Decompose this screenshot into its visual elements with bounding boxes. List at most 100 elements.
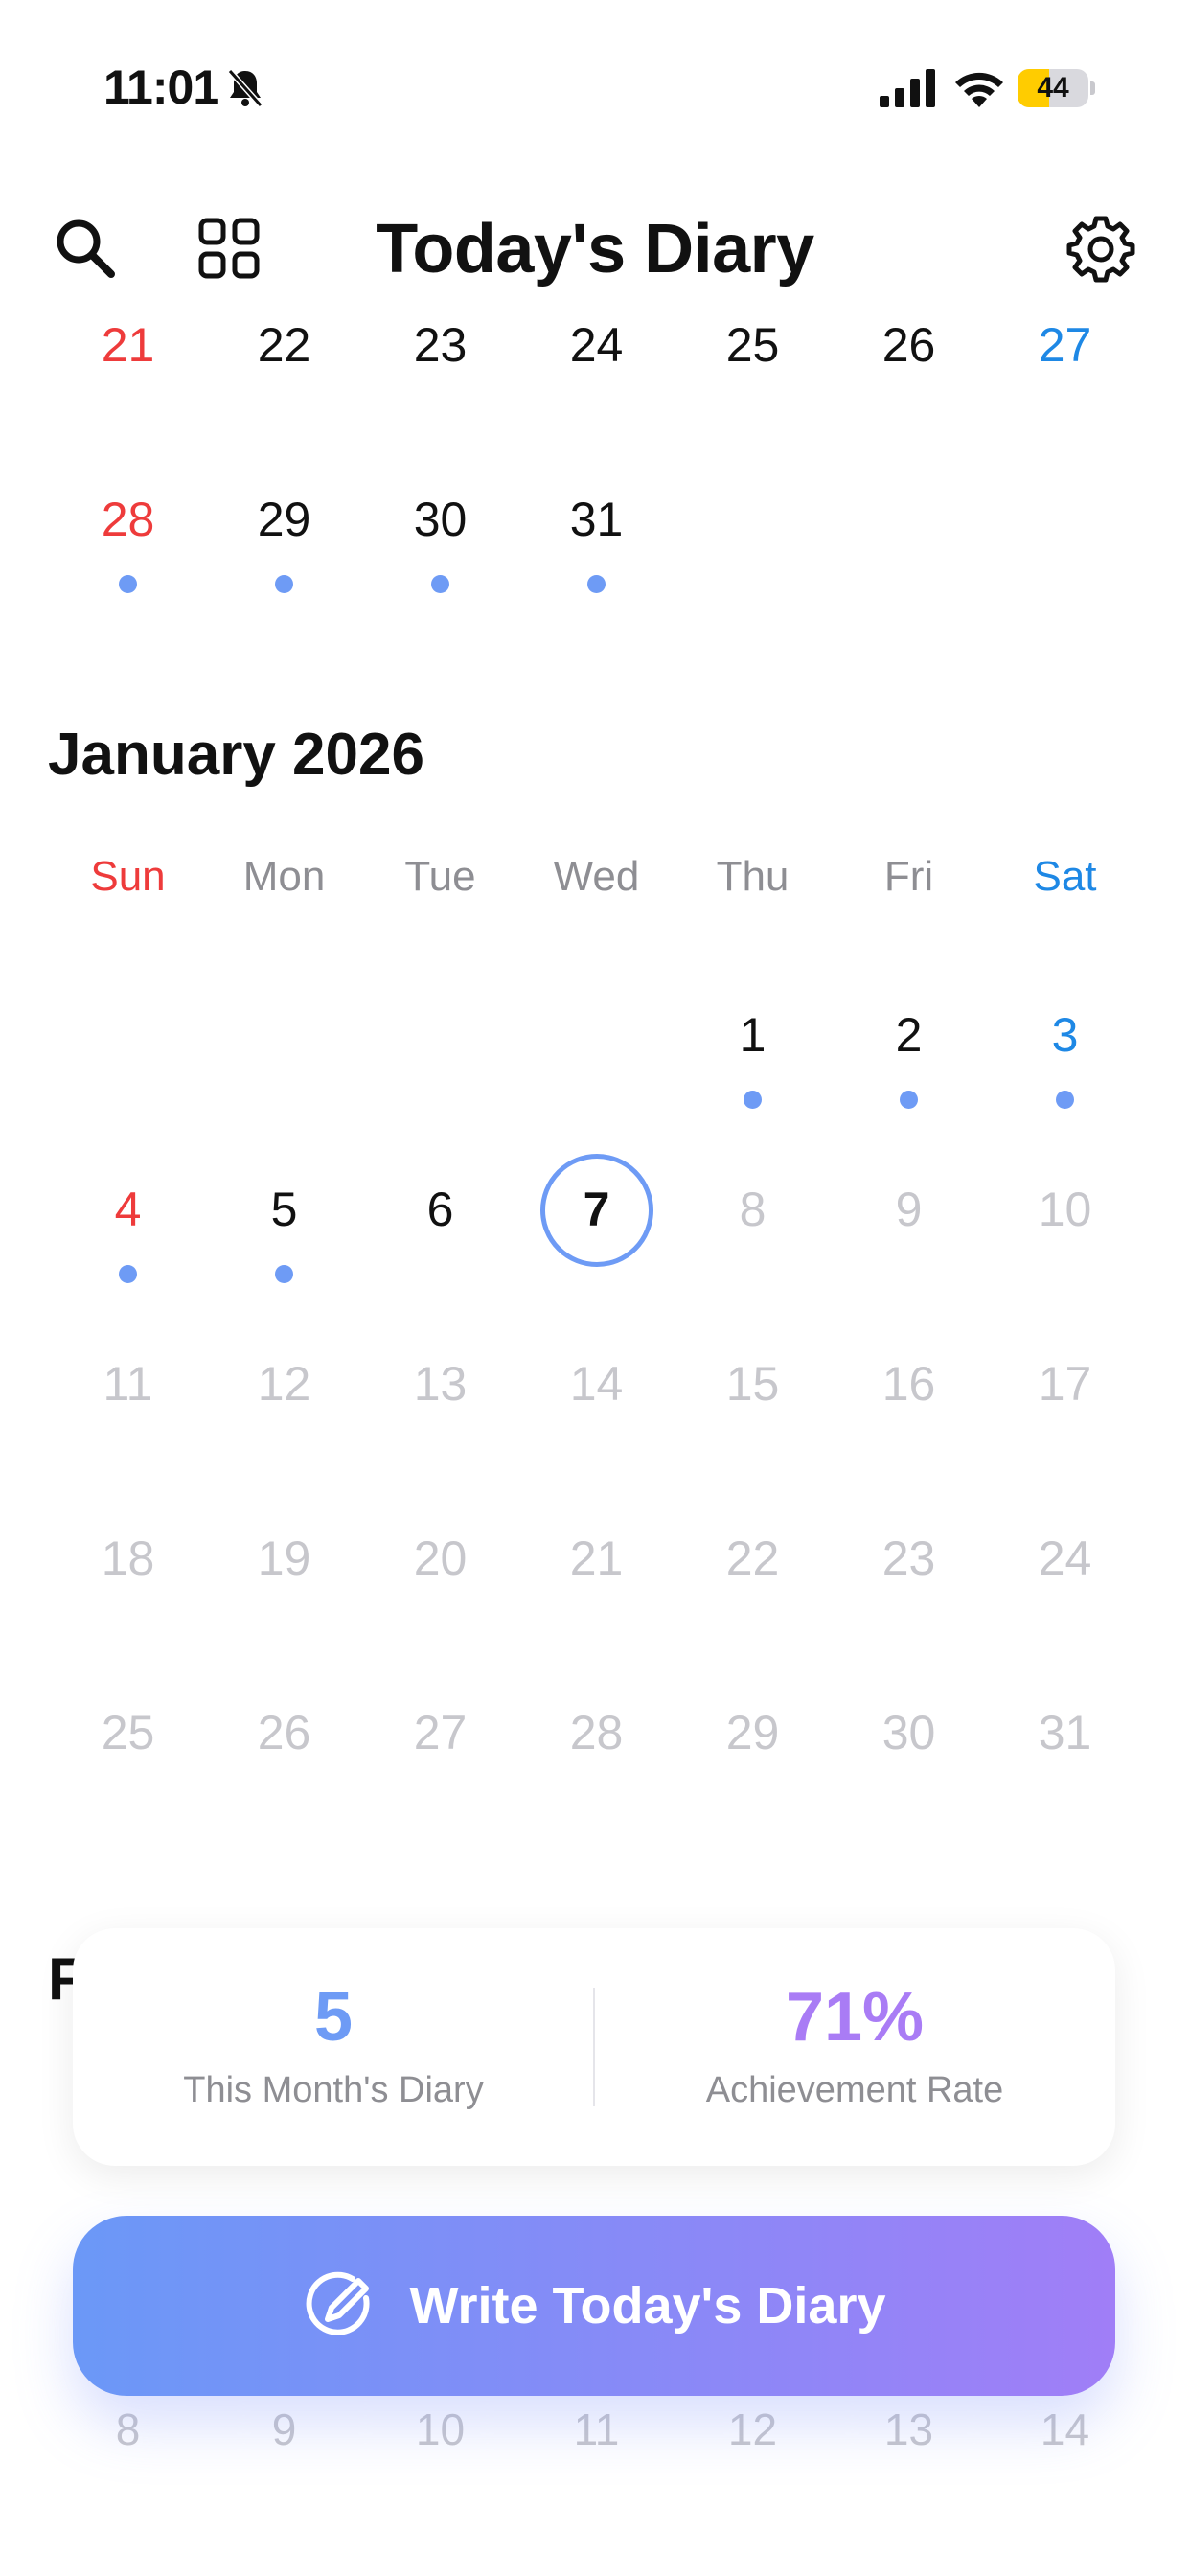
next-month-day-number: 8 — [115, 2404, 141, 2454]
calendar-day-cell[interactable]: 27 — [362, 1685, 518, 1859]
app-header: Today's Diary — [0, 192, 1190, 307]
calendar-day-cell[interactable]: 21 — [518, 1510, 675, 1685]
grid-view-button[interactable] — [186, 205, 272, 291]
battery-level: 44 — [1037, 72, 1069, 104]
calendar-day-cell[interactable]: 30 — [362, 472, 518, 646]
day-number — [206, 987, 362, 1083]
calendar-day-cell[interactable]: 13 — [362, 1336, 518, 1510]
calendar-day-cell[interactable]: 21 — [50, 297, 206, 472]
calendar-day-cell[interactable]: 4 — [50, 1162, 206, 1336]
calendar-empty-cell — [50, 987, 206, 1162]
day-number: 18 — [101, 1531, 155, 1585]
calendar-day-cell[interactable]: 5 — [206, 1162, 362, 1336]
write-diary-button[interactable]: Write Today's Diary — [73, 2216, 1115, 2396]
day-number: 17 — [1038, 1357, 1092, 1411]
battery-body: 44 — [1018, 69, 1088, 107]
calendar-day-cell[interactable]: 1 — [675, 987, 831, 1162]
calendar-day-cell[interactable]: 18 — [50, 1510, 206, 1685]
day-number: 27 — [1038, 318, 1092, 372]
calendar-day-cell[interactable]: 24 — [518, 297, 675, 472]
day-number: 30 — [413, 493, 468, 546]
calendar-week-row: 28 29 30 31 — [50, 472, 1144, 646]
today-day-number: 7 — [583, 1183, 610, 1236]
diary-entry-dot — [275, 575, 293, 593]
calendar-day-cell[interactable]: 23 — [831, 1510, 987, 1685]
day-number: 24 — [569, 318, 624, 372]
day-number: 22 — [257, 318, 311, 372]
calendar-empty-cell — [987, 472, 1143, 646]
day-number: 14 — [569, 1357, 624, 1411]
day-number: 22 — [725, 1531, 780, 1585]
calendar-day-cell[interactable]: 7 — [518, 1154, 675, 1336]
weekday-label: Thu — [716, 853, 790, 900]
calendar-day-cell[interactable]: 28 — [518, 1685, 675, 1859]
weekday-label: Tue — [404, 853, 476, 900]
day-number: 31 — [1038, 1706, 1092, 1760]
calendar-day-cell[interactable]: 29 — [206, 472, 362, 646]
achievement-rate-label: Achievement Rate — [705, 2070, 1004, 2110]
next-month-day-number: 13 — [883, 2404, 934, 2454]
calendar-empty-cell — [362, 987, 518, 1162]
settings-button[interactable] — [1058, 205, 1144, 291]
diary-entry-dot — [119, 575, 137, 593]
calendar-day-cell[interactable]: 12 — [206, 1336, 362, 1510]
calendar-day-cell[interactable]: 22 — [675, 1510, 831, 1685]
diary-entry-dot — [1056, 1091, 1074, 1109]
calendar-day-cell[interactable]: 31 — [987, 1685, 1143, 1859]
day-number: 8 — [739, 1183, 767, 1236]
day-number: 15 — [725, 1357, 780, 1411]
calendar-day-cell[interactable]: 11 — [50, 1336, 206, 1510]
calendar-day-cell[interactable]: 14 — [518, 1336, 675, 1510]
calendar-day-cell[interactable]: 15 — [675, 1336, 831, 1510]
calendar-empty-cell — [675, 472, 831, 646]
calendar-day-cell[interactable]: 16 — [831, 1336, 987, 1510]
calendar-day-cell[interactable]: 9 — [831, 1162, 987, 1336]
calendar-day-cell[interactable]: 10 — [987, 1162, 1143, 1336]
calendar-day-cell[interactable]: 19 — [206, 1510, 362, 1685]
calendar-day-cell[interactable]: 23 — [362, 297, 518, 472]
day-number: 31 — [569, 493, 624, 546]
weekday-label: Sat — [1033, 853, 1097, 900]
calendar-day-cell[interactable]: 8 — [675, 1162, 831, 1336]
calendar-day-cell[interactable]: 25 — [675, 297, 831, 472]
diary-entry-dot — [119, 1265, 137, 1283]
search-button[interactable] — [42, 205, 128, 291]
calendar-day-cell[interactable]: 30 — [831, 1685, 987, 1859]
gear-icon — [1066, 216, 1135, 283]
weekday-label: Fri — [883, 853, 934, 900]
calendar-day-cell[interactable]: 27 — [987, 297, 1143, 472]
calendar-day-cell[interactable]: 25 — [50, 1685, 206, 1859]
month-diary-count: 5 — [313, 1979, 354, 2056]
calendar-day-cell[interactable]: 3 — [987, 987, 1143, 1162]
day-number: 20 — [413, 1531, 468, 1585]
calendar-day-cell[interactable]: 6 — [362, 1162, 518, 1336]
stat-month-diary: 5 This Month's Diary — [73, 1928, 594, 2166]
day-number: 5 — [270, 1183, 298, 1236]
day-number: 30 — [881, 1706, 936, 1760]
calendar-day-cell[interactable]: 2 — [831, 987, 987, 1162]
day-number — [675, 472, 831, 567]
calendar-day-cell[interactable]: 26 — [206, 1685, 362, 1859]
day-number: 19 — [257, 1531, 311, 1585]
wifi-icon — [955, 72, 1003, 107]
day-number: 23 — [881, 1531, 936, 1585]
calendar-day-cell[interactable]: 26 — [831, 297, 987, 472]
calendar-day-cell[interactable]: 20 — [362, 1510, 518, 1685]
calendar-day-cell[interactable]: 28 — [50, 472, 206, 646]
day-number — [518, 987, 675, 1083]
calendar-day-cell[interactable]: 17 — [987, 1336, 1143, 1510]
next-month-day-number: 9 — [271, 2404, 297, 2454]
stat-achievement: 71% Achievement Rate — [594, 1928, 1115, 2166]
calendar-day-cell[interactable]: 31 — [518, 472, 675, 646]
weekday-header: Sun Mon Tue Wed Thu Fri Sat — [50, 834, 1144, 920]
page-title: Today's Diary — [376, 211, 814, 288]
month-diary-label: This Month's Diary — [183, 2070, 484, 2110]
calendar-week-row: 25 26 27 28 29 30 31 — [50, 1685, 1144, 1859]
day-number: 6 — [426, 1183, 454, 1236]
calendar-day-cell[interactable]: 22 — [206, 297, 362, 472]
calendar-day-cell[interactable]: 29 — [675, 1685, 831, 1859]
achievement-rate-value: 71% — [785, 1979, 925, 2056]
grid-icon — [198, 218, 260, 279]
diary-entry-dot — [900, 1091, 918, 1109]
calendar-day-cell[interactable]: 24 — [987, 1510, 1143, 1685]
